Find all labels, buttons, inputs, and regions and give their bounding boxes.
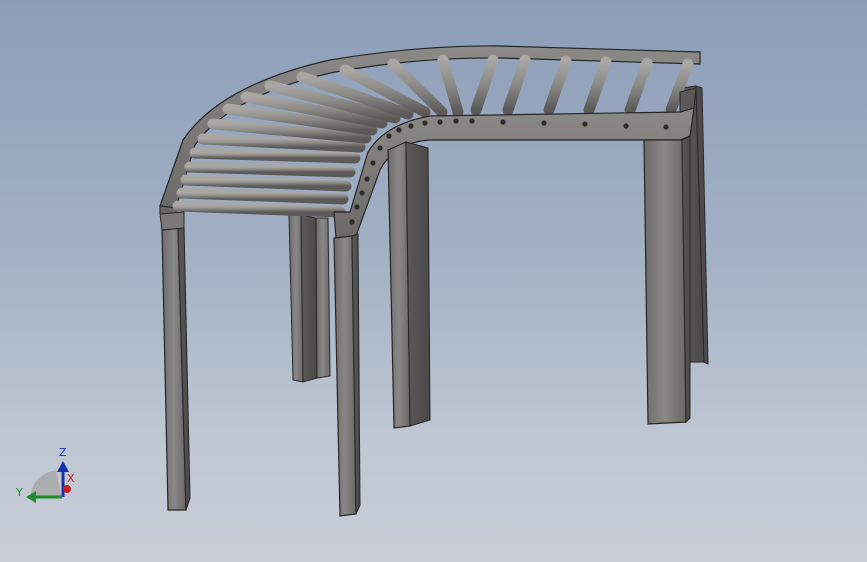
x-axis-label: X (67, 472, 75, 485)
cad-viewport[interactable]: Z Y X (0, 0, 867, 562)
orientation-triad: Z Y X (15, 446, 75, 503)
x-axis-dot-icon (63, 485, 71, 493)
z-axis-label: Z (59, 446, 67, 459)
z-axis-arrowhead-icon (57, 461, 69, 472)
y-axis-label: Y (15, 486, 23, 499)
